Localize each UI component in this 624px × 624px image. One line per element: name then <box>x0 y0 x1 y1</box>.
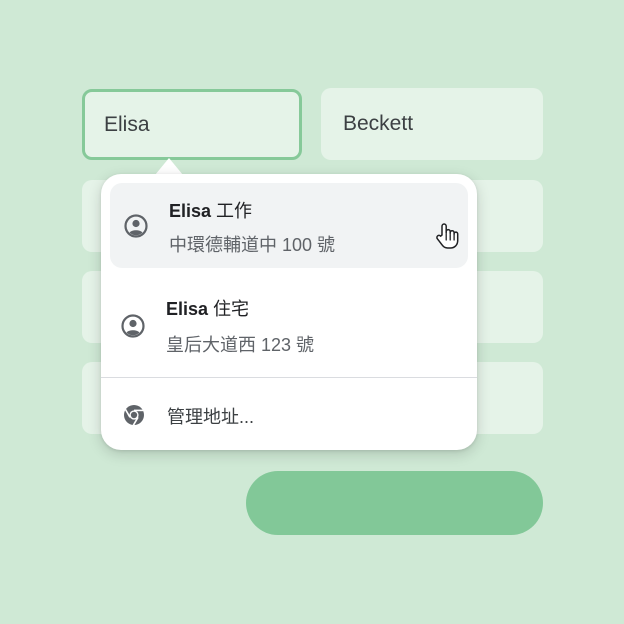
account-circle-icon <box>124 214 148 238</box>
suggestion-name: Elisa <box>166 299 209 319</box>
last-name-value: Beckett <box>343 112 414 135</box>
autofill-dropdown: Elisa 工作 中環德輔道中 100 號 Elisa 住宅 皇后大道西 123… <box>101 174 477 450</box>
suggestion-title: Elisa 住宅 <box>166 295 249 321</box>
suggestion-title: Elisa 工作 <box>169 197 252 223</box>
last-name-input[interactable]: Beckett <box>321 88 543 160</box>
first-name-input[interactable]: Elisa <box>82 89 302 160</box>
suggestion-name: Elisa <box>169 201 212 221</box>
dropdown-caret <box>155 158 183 175</box>
account-circle-icon <box>121 314 145 338</box>
chrome-icon <box>124 405 144 426</box>
suggestion-address: 中環德輔道中 100 號 <box>169 235 336 255</box>
autofill-suggestion-work[interactable]: Elisa 工作 中環德輔道中 100 號 <box>110 183 468 268</box>
manage-addresses-item[interactable]: 管理地址... <box>101 379 477 450</box>
submit-button[interactable] <box>246 471 543 535</box>
manage-addresses-label: 管理地址... <box>167 407 255 427</box>
autofill-suggestion-home[interactable]: Elisa 住宅 皇后大道西 123 號 <box>101 275 477 375</box>
dropdown-divider <box>101 377 477 378</box>
suggestion-label: 住宅 <box>213 299 250 319</box>
hand-pointer-icon <box>436 223 459 249</box>
suggestion-address: 皇后大道西 123 號 <box>166 335 315 355</box>
first-name-value: Elisa <box>104 112 150 136</box>
suggestion-label: 工作 <box>216 201 253 221</box>
